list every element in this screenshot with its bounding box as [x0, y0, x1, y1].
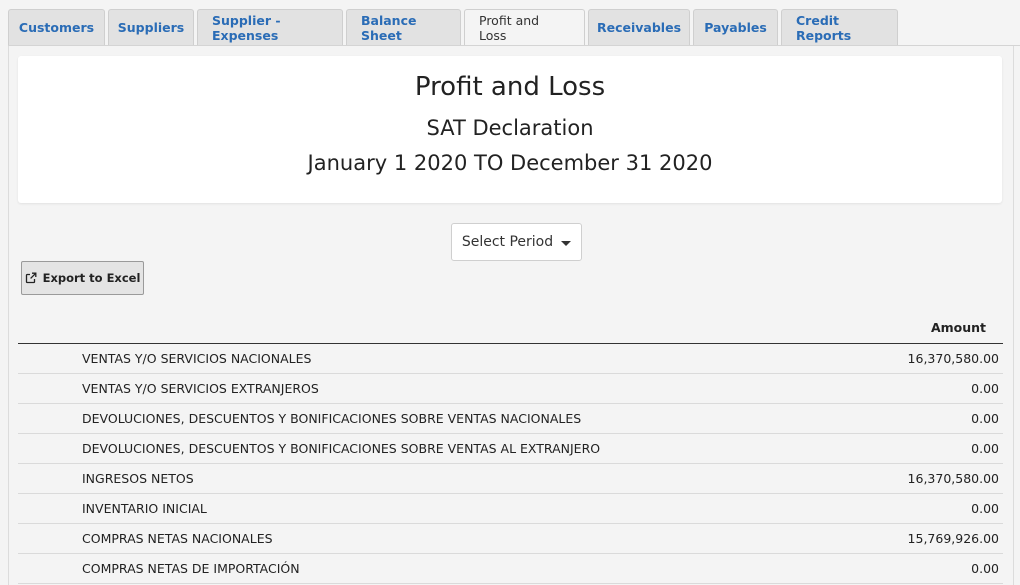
row-amount: 0.00: [971, 501, 999, 516]
row-label: INVENTARIO INICIAL: [82, 501, 207, 516]
row-label: INGRESOS NETOS: [82, 471, 194, 486]
profit-loss-table: VENTAS Y/O SERVICIOS NACIONALES 16,370,5…: [18, 344, 1003, 584]
tab-payables[interactable]: Payables: [693, 9, 778, 46]
row-label: VENTAS Y/O SERVICIOS NACIONALES: [82, 351, 312, 366]
table-row: VENTAS Y/O SERVICIOS EXTRANJEROS 0.00: [18, 374, 1003, 404]
row-amount: 0.00: [971, 381, 999, 396]
external-link-icon: [25, 272, 37, 284]
table-row: VENTAS Y/O SERVICIOS NACIONALES 16,370,5…: [18, 344, 1003, 374]
row-amount: 16,370,580.00: [907, 351, 999, 366]
amount-column-header: Amount: [930, 320, 986, 335]
row-amount: 0.00: [971, 441, 999, 456]
tab-supplier-expenses[interactable]: Supplier - Expenses: [197, 9, 343, 46]
caret-down-icon: [561, 240, 572, 246]
row-amount: 16,370,580.00: [907, 471, 999, 486]
select-period-dropdown[interactable]: Select Period: [451, 223, 582, 261]
row-label: COMPRAS NETAS NACIONALES: [82, 531, 273, 546]
report-header: Profit and Loss SAT Declaration January …: [18, 56, 1002, 203]
tab-receivables[interactable]: Receivables: [588, 9, 690, 46]
row-label: DEVOLUCIONES, DESCUENTOS Y BONIFICACIONE…: [82, 441, 601, 456]
row-amount: 0.00: [971, 411, 999, 426]
table-row: INVENTARIO INICIAL 0.00: [18, 494, 1003, 524]
tab-suppliers[interactable]: Suppliers: [108, 9, 194, 46]
tab-credit-reports[interactable]: Credit Reports: [781, 9, 898, 46]
report-tabs: Customers Suppliers Supplier - Expenses …: [8, 8, 901, 46]
page-title: Profit and Loss: [414, 72, 606, 102]
table-row: DEVOLUCIONES, DESCUENTOS Y BONIFICACIONE…: [18, 404, 1003, 434]
select-period-label: Select Period: [461, 234, 554, 250]
table-row: DEVOLUCIONES, DESCUENTOS Y BONIFICACIONE…: [18, 434, 1003, 464]
table-row: INGRESOS NETOS 16,370,580.00: [18, 464, 1003, 494]
report-date-range: January 1 2020 TO December 31 2020: [307, 151, 713, 175]
table-row: COMPRAS NETAS NACIONALES 15,769,926.00: [18, 524, 1003, 554]
export-label: Export to Excel: [42, 271, 141, 285]
tab-profit-and-loss[interactable]: Profit and Loss: [464, 9, 585, 46]
tab-balance-sheet[interactable]: Balance Sheet: [346, 9, 461, 46]
row-label: DEVOLUCIONES, DESCUENTOS Y BONIFICACIONE…: [82, 411, 582, 426]
table-row: COMPRAS NETAS DE IMPORTACIÓN 0.00: [18, 554, 1003, 584]
row-label: VENTAS Y/O SERVICIOS EXTRANJEROS: [82, 381, 319, 396]
row-amount: 15,769,926.00: [907, 531, 999, 546]
report-subtitle: SAT Declaration: [426, 116, 594, 140]
row-amount: 0.00: [971, 561, 999, 576]
export-to-excel-button[interactable]: Export to Excel: [21, 261, 144, 295]
row-label: COMPRAS NETAS DE IMPORTACIÓN: [82, 561, 300, 576]
tab-customers[interactable]: Customers: [8, 9, 105, 46]
